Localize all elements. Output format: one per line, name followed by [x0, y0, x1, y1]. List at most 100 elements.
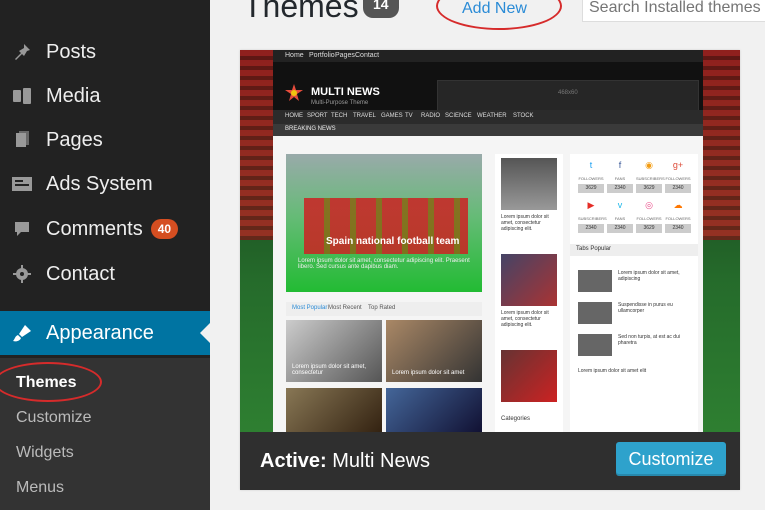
popular-row: Lorem ipsum dolor sit amet elit [578, 368, 694, 392]
star-logo-icon [285, 84, 303, 101]
popular-row: Lorem ipsum dolor sit amet, adipiscing [578, 270, 694, 294]
social-count: 2340 [578, 224, 604, 233]
submenu-widgets[interactable]: Widgets [16, 444, 74, 462]
add-new-button[interactable]: Add New [436, 0, 562, 30]
popular-tabs-header: Tabs Popular [570, 244, 698, 256]
preview-nav-item: Contact [355, 52, 380, 59]
sidebar-item-label: Contact [46, 262, 115, 285]
popular-thumb [578, 334, 612, 356]
customize-button[interactable]: Customize [616, 442, 726, 476]
preview-nav-item: Pages [335, 52, 355, 59]
sidebar-item-label: Ads System [46, 172, 153, 195]
preview-nav-item: Home [285, 52, 304, 59]
popular-text: Lorem ipsum dolor sit amet elit [578, 368, 647, 374]
sidebar-item-comments[interactable]: Comments 40 [0, 207, 210, 251]
social-count: 2340 [665, 184, 691, 193]
news-text: Lorem ipsum dolor sit amet, consectetur … [501, 214, 549, 232]
preview-header: MULTI NEWS Multi-Purpose Theme 468x60 [273, 62, 703, 114]
preview-thumbs: Lorem ipsum dolor sit amet, consectetur … [286, 320, 482, 432]
sidebar-item-media[interactable]: Media [0, 74, 210, 118]
social-count: 2340 [607, 224, 633, 233]
pin-icon [10, 40, 34, 64]
comments-icon [10, 217, 34, 241]
popular-text: Suspendisse in purus eu ullamcorper [618, 302, 673, 314]
active-theme-footer: Active: Multi News Customize [240, 432, 740, 490]
sidebar-item-label: Pages [46, 128, 103, 151]
preview-menu-item: WEATHER [477, 113, 507, 119]
facebook-icon: f [618, 160, 622, 170]
search-installed-themes-input[interactable] [582, 0, 765, 22]
categories-label: Categories [501, 416, 531, 422]
youtube-icon: ▶ [587, 200, 595, 210]
preview-menu-item: GAMES [381, 113, 403, 119]
ads-icon [10, 172, 34, 196]
thumb-title: Lorem ipsum dolor sit amet [392, 370, 465, 376]
active-prefix: Active: [260, 450, 327, 472]
sidebar-item-label: Appearance [46, 321, 154, 344]
social-count: 3629 [578, 184, 604, 193]
preview-menu-item: STOCK [513, 113, 534, 119]
news-text: Lorem ipsum dolor sit amet, consectetur … [501, 310, 549, 328]
vimeo-icon: v [617, 200, 623, 210]
theme-preview-page: Home Portfolio Pages Contact MULTI NEWS … [273, 50, 703, 432]
preview-feature-image: Spain national football team Lorem ipsum… [286, 154, 482, 292]
social-counters: t FOLLOWERS 3629 f FANS 2340 ◉ SUBSCRIBE… [578, 160, 691, 240]
preview-topnav: Home Portfolio Pages Contact [273, 50, 703, 62]
news-photo [501, 350, 557, 402]
news-photo [501, 254, 557, 306]
social-count: 3629 [636, 224, 662, 233]
feature-desc: Lorem ipsum dolor sit amet, consectetur … [298, 258, 470, 270]
brush-icon [10, 321, 34, 345]
thumb-balloon: Lorem ipsum dolor sit amet [386, 320, 482, 382]
preview-menu-bar: HOME SPORT TECH TRAVEL GAMES TV RADIO SC… [273, 110, 703, 124]
preview-ad-box: 468x60 [437, 80, 699, 114]
sidebar-item-contact[interactable]: Contact [0, 252, 210, 296]
popular-row: Sed non turpis, at est ac dui pharetra [578, 334, 694, 358]
social-label: FANS [614, 216, 626, 221]
sidebar-item-posts[interactable]: Posts [0, 30, 210, 74]
preview-news-column: Lorem ipsum dolor sit amet, consectetur … [495, 154, 563, 432]
thumb-train: Lorem ipsum dolor sit amet, consectetur [286, 320, 382, 382]
theme-count-badge: 14 [363, 0, 399, 18]
social-label: FOLLOWERS [665, 216, 691, 221]
preview-tab: Top Rated [368, 305, 396, 311]
thumb-title: Lorem ipsum dolor sit amet, consectetur [292, 364, 367, 376]
social-label: SUBSCRIBERS [578, 216, 607, 221]
social-label: FOLLOWERS [578, 176, 604, 181]
googleplus-icon: g+ [672, 160, 684, 170]
social-count: 3629 [636, 184, 662, 193]
active-theme-card[interactable]: Home Portfolio Pages Contact MULTI NEWS … [240, 50, 740, 490]
sidebar-item-pages[interactable]: Pages [0, 118, 210, 162]
preview-menu-item: TRAVEL [353, 113, 376, 119]
thumb-pyramid [286, 388, 382, 432]
preview-breaking-bar: BREAKING NEWS [273, 124, 703, 136]
social-label: FOLLOWERS [665, 176, 691, 181]
submenu-customize[interactable]: Customize [16, 409, 92, 427]
preview-sidebar-column: t FOLLOWERS 3629 f FANS 2340 ◉ SUBSCRIBE… [570, 154, 698, 432]
media-icon [10, 84, 34, 108]
sidebar-item-label: Media [46, 84, 101, 107]
dribbble-icon: ◎ [645, 200, 653, 210]
submenu-menus[interactable]: Menus [16, 479, 64, 497]
preview-menu-item: TECH [331, 113, 348, 119]
popular-row: Suspendisse in purus eu ullamcorper [578, 302, 694, 326]
admin-sidebar: Posts Media Pages Ads System Comments 40… [0, 0, 210, 510]
social-label: FANS [614, 176, 626, 181]
sidebar-item-label: Posts [46, 40, 97, 63]
popular-text: Sed non turpis, at est ac dui pharetra [618, 334, 680, 346]
comments-count-badge: 40 [150, 219, 179, 239]
thumb-game [386, 388, 482, 432]
preview-brand: MULTI NEWS [311, 86, 380, 98]
feature-caption: Spain national football team [326, 236, 460, 247]
active-theme-name: Multi News [332, 450, 431, 472]
preview-tab: Most Popular [292, 305, 328, 311]
theme-screenshot: Home Portfolio Pages Contact MULTI NEWS … [240, 50, 740, 432]
preview-nav-item: Portfolio [309, 52, 335, 59]
social-label: SUBSCRIBERS [636, 176, 665, 181]
social-count: 2340 [607, 184, 633, 193]
sidebar-item-appearance[interactable]: Appearance [0, 311, 210, 355]
sidebar-item-ads-system[interactable]: Ads System [0, 162, 210, 206]
popular-thumb [578, 302, 612, 324]
page-title: Themes [243, 0, 359, 24]
add-new-label: Add New [462, 0, 527, 17]
